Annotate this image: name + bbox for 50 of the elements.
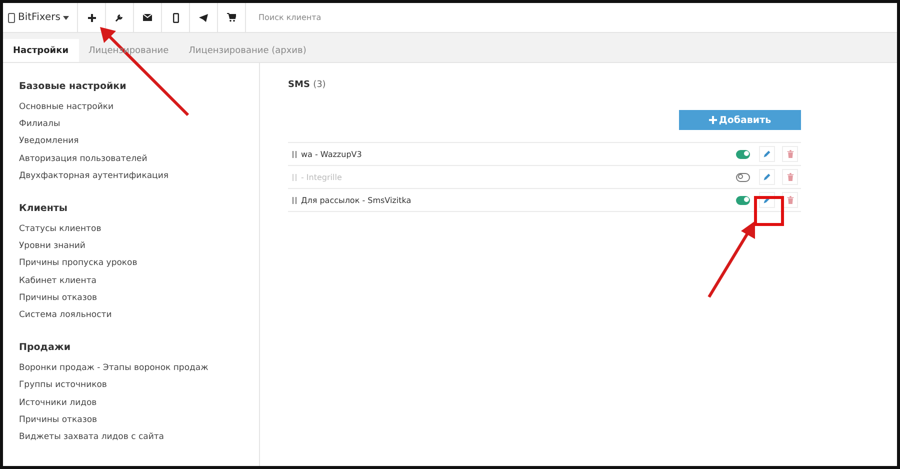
- wrench-icon: [115, 13, 124, 22]
- pencil-icon: [763, 196, 771, 204]
- edit-button[interactable]: [759, 146, 775, 162]
- sidebar-link[interactable]: Причины отказов: [19, 412, 259, 430]
- sidebar-link[interactable]: Авторизация пользователей: [19, 150, 259, 168]
- trash-icon: [786, 150, 794, 158]
- cart-icon: [227, 13, 236, 22]
- highlight-frame: [754, 196, 784, 226]
- phone-icon: [172, 12, 179, 22]
- sidebar-link[interactable]: Воронки продаж - Этапы воронок продаж: [19, 360, 259, 378]
- settings-tab[interactable]: Настройки: [3, 39, 79, 62]
- sidebar-link[interactable]: Уровни знаний: [19, 238, 259, 256]
- tablet-icon: [8, 12, 15, 22]
- caret-icon: [63, 16, 70, 20]
- pencil-icon: [763, 173, 771, 181]
- paper-plane-icon: [199, 14, 208, 22]
- sidebar-link[interactable]: Источники лидов: [19, 394, 259, 412]
- trash-icon: [786, 196, 794, 204]
- brand-menu[interactable]: BitFixers: [3, 3, 78, 32]
- edit-button[interactable]: [759, 169, 775, 185]
- sidebar-link[interactable]: Кабинет клиента: [19, 272, 259, 290]
- section-heading: Продажи: [19, 342, 72, 354]
- toggle-switch[interactable]: [736, 196, 750, 204]
- plus-icon: [88, 14, 96, 22]
- sidebar-link[interactable]: Причины отказов: [19, 290, 259, 308]
- pencil-icon: [763, 150, 771, 158]
- integration-name: wa - WazzupV3: [301, 150, 363, 158]
- sidebar-link[interactable]: Причины пропуска уроков: [19, 255, 259, 273]
- section-heading: Клиенты: [19, 203, 68, 214]
- integration-name: - Integrille: [301, 172, 343, 182]
- integration-name: Для рассылок - SmsVizitka: [301, 196, 412, 204]
- sidebar-link[interactable]: Система лояльности: [19, 307, 259, 324]
- section-title: SMS (3): [288, 80, 327, 90]
- section-heading: Базовые настройки: [19, 81, 128, 92]
- sidebar-link[interactable]: Группы источников: [19, 377, 259, 395]
- sidebar-link[interactable]: Филиалы: [19, 116, 259, 134]
- sort-handle-icon[interactable]: [292, 150, 297, 158]
- sort-handle-icon[interactable]: [292, 174, 297, 180]
- toggle-switch[interactable]: [736, 172, 750, 182]
- sort-handle-icon[interactable]: [292, 196, 297, 204]
- delete-button[interactable]: [782, 192, 798, 208]
- trash-icon: [786, 173, 794, 181]
- sidebar-link[interactable]: Уведомления: [19, 133, 259, 151]
- sidebar-link[interactable]: Основные настройки: [19, 99, 259, 116]
- sidebar-link[interactable]: Статусы клиентов: [19, 221, 259, 238]
- sidebar-link[interactable]: Виджеты захвата лидов с сайта: [19, 429, 259, 446]
- plus-icon: [708, 116, 717, 124]
- toggle-switch[interactable]: [736, 150, 750, 158]
- envelope-icon: [143, 14, 152, 21]
- sidebar-link[interactable]: Двухфакторная аутентификация: [19, 168, 259, 186]
